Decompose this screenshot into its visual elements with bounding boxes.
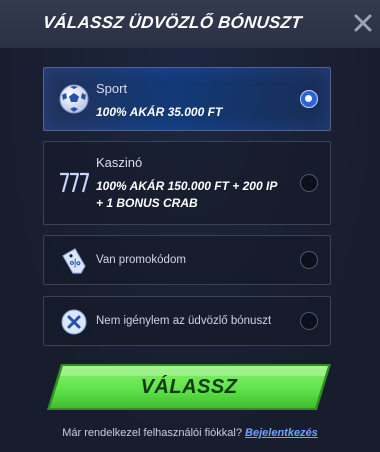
radio-no-bonus[interactable] xyxy=(300,312,318,330)
close-icon[interactable] xyxy=(352,12,374,34)
option-label-sport: Sport xyxy=(96,81,128,96)
soccer-ball-icon xyxy=(58,83,90,115)
radio-casino[interactable] xyxy=(300,174,318,192)
option-subtitle-casino-2: + 1 BONUS CRAB xyxy=(96,196,198,210)
promo-tag-icon: % xyxy=(58,245,90,277)
option-subtitle-casino-1: 100% AKÁR 150.000 FT + 200 IP xyxy=(96,179,278,193)
decline-x-icon xyxy=(58,306,90,338)
modal-title: VÁLASSZ ÜDVÖZLŐ BÓNUSZT xyxy=(42,13,303,32)
radio-sport[interactable] xyxy=(300,90,318,108)
option-casino[interactable]: Kaszinó 100% AKÁR 150.000 FT + 200 IP + … xyxy=(43,141,331,225)
modal-header: VÁLASSZ ÜDVÖZLŐ BÓNUSZT xyxy=(0,0,380,49)
option-sport[interactable]: Sport 100% AKÁR 35.000 FT xyxy=(43,67,331,131)
login-prompt-text: Már rendelkezel felhasználói fiókkal? xyxy=(62,427,242,439)
option-label-no-bonus: Nem igénylem az üdvözlő bónuszt xyxy=(96,315,272,327)
login-link[interactable]: Bejelentkezés xyxy=(245,427,318,439)
option-no-bonus[interactable]: Nem igénylem az üdvözlő bónuszt xyxy=(43,296,331,346)
option-label-casino: Kaszinó xyxy=(96,155,143,170)
slot-777-icon xyxy=(58,170,90,202)
choose-button[interactable]: VÁLASSZ xyxy=(47,364,331,410)
login-prompt: Már rendelkezel felhasználói fiókkal? Be… xyxy=(0,427,380,439)
choose-button-label: VÁLASSZ xyxy=(140,376,238,398)
option-promo-code[interactable]: % Van promokódom xyxy=(43,235,331,285)
radio-promo[interactable] xyxy=(300,251,318,269)
option-subtitle-sport: 100% AKÁR 35.000 FT xyxy=(96,105,223,119)
option-label-promo: Van promokódom xyxy=(96,254,186,266)
